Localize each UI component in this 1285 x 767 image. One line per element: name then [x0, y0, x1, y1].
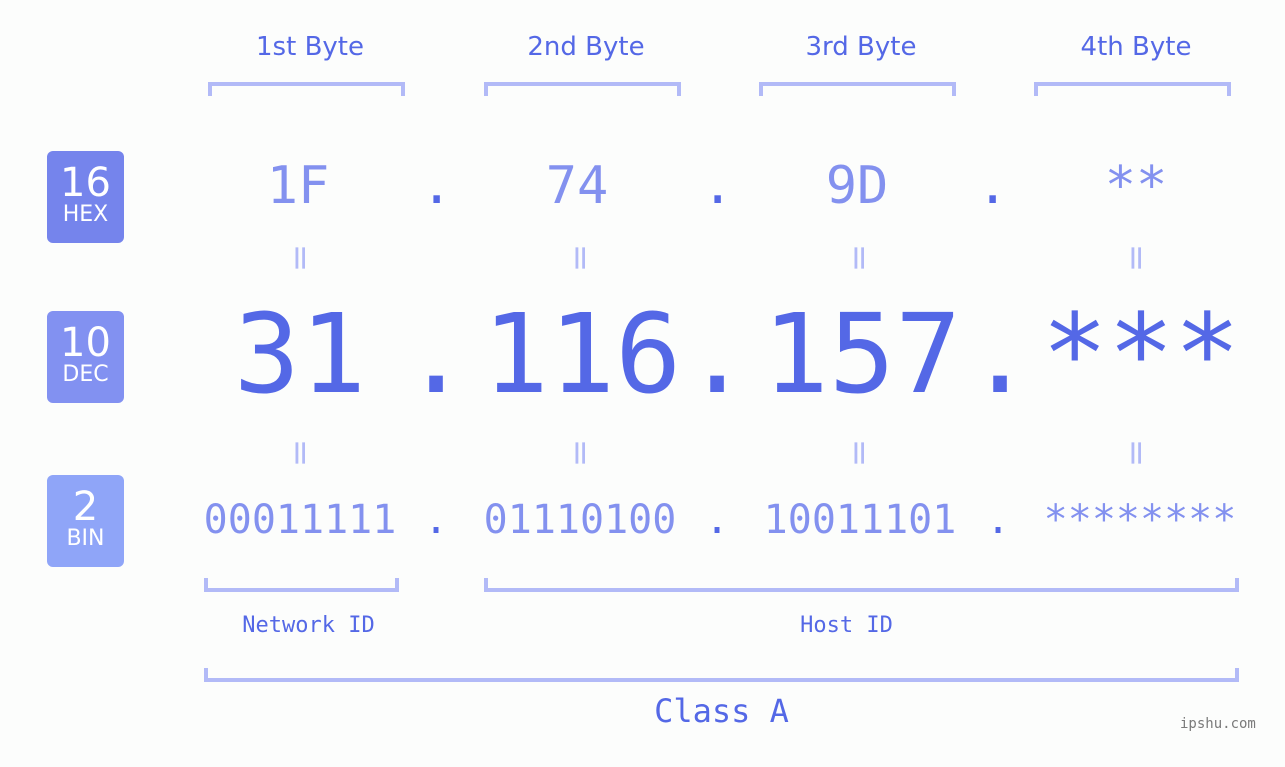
bin-badge-label: BIN [66, 526, 105, 551]
hex-byte-4: ** [1104, 156, 1168, 216]
bin-byte-3: 10011101 [763, 497, 957, 543]
hex-badge: 16 HEX [47, 151, 124, 243]
equals-icon: = [839, 243, 879, 273]
equals-icon: = [280, 243, 320, 273]
dec-badge: 10 DEC [47, 311, 124, 403]
hex-separator: . [421, 156, 453, 216]
network-id-label: Network ID [242, 613, 375, 638]
host-id-bracket [484, 578, 1239, 592]
dec-badge-label: DEC [62, 362, 109, 387]
byte-bracket-2 [484, 82, 681, 96]
equals-icon: = [280, 438, 320, 468]
dec-byte-3: 157 [762, 290, 962, 418]
dec-byte-4: *** [1041, 290, 1241, 418]
byte-bracket-4 [1034, 82, 1231, 96]
class-label: Class A [654, 692, 789, 730]
bin-separator: . [423, 497, 449, 543]
bin-separator: . [985, 497, 1011, 543]
bin-byte-2: 01110100 [483, 497, 677, 543]
byte-label-4: 4th Byte [1080, 32, 1192, 62]
dec-badge-number: 10 [60, 320, 111, 366]
byte-label-2: 2nd Byte [527, 32, 645, 62]
hex-byte-2: 74 [545, 156, 609, 216]
hex-separator: . [702, 156, 734, 216]
dec-byte-2: 116 [482, 290, 682, 418]
dec-byte-1: 31 [233, 290, 367, 418]
equals-icon: = [560, 438, 600, 468]
byte-bracket-3 [759, 82, 956, 96]
equals-icon: = [560, 243, 600, 273]
hex-badge-number: 16 [60, 160, 111, 206]
hex-badge-label: HEX [62, 202, 109, 227]
bin-badge: 2 BIN [47, 475, 124, 567]
bin-badge-number: 2 [72, 484, 99, 530]
bin-byte-4: ******** [1043, 497, 1237, 543]
hex-byte-3: 9D [825, 156, 889, 216]
byte-bracket-1 [208, 82, 405, 96]
equals-icon: = [839, 438, 879, 468]
bin-separator: . [704, 497, 730, 543]
class-bracket [204, 668, 1239, 682]
hex-separator: . [977, 156, 1009, 216]
network-id-bracket [204, 578, 399, 592]
equals-icon: = [1116, 438, 1156, 468]
byte-label-3: 3rd Byte [805, 32, 917, 62]
byte-label-1: 1st Byte [256, 32, 364, 62]
equals-icon: = [1116, 243, 1156, 273]
host-id-label: Host ID [800, 613, 893, 638]
watermark: ipshu.com [1180, 716, 1256, 732]
hex-byte-1: 1F [266, 156, 330, 216]
bin-byte-1: 00011111 [203, 497, 397, 543]
